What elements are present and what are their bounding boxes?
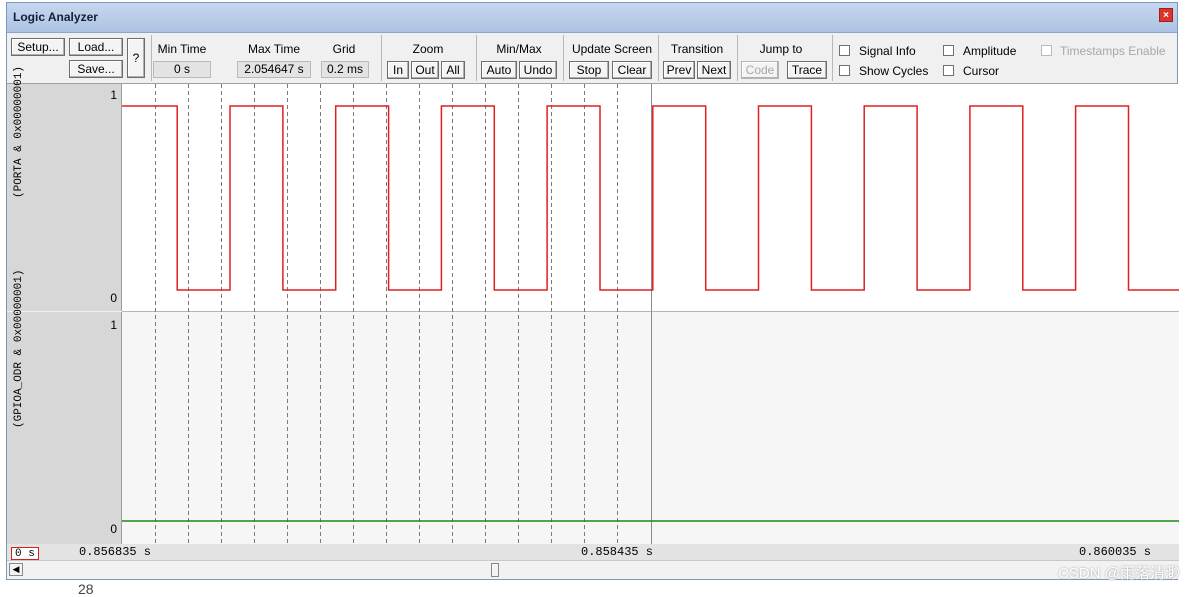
signal-name-porta: (PORTA & 0x00000001) (13, 65, 25, 198)
timestamps-checkbox[interactable] (1041, 45, 1052, 56)
load-button[interactable]: Load... (69, 38, 123, 56)
porta-track-background (122, 84, 1179, 311)
background-text: 28 (78, 581, 94, 597)
show-cycles-checkbox[interactable] (839, 65, 850, 76)
toolbar-separator (658, 35, 659, 81)
prev-transition-button[interactable]: Prev (663, 61, 695, 79)
scroll-left-icon[interactable]: ◀ (9, 563, 23, 576)
time-axis-label-end: 0.860035 s (1079, 545, 1152, 559)
max-time-value: 2.054647 s (237, 61, 311, 78)
toolbar-separator (832, 35, 833, 81)
title-bar: Logic Analyzer × (7, 3, 1177, 33)
amplitude-checkbox[interactable] (943, 45, 954, 56)
jump-to-label: Jump to (759, 42, 803, 56)
zoom-out-button[interactable]: Out (411, 61, 439, 79)
grid-label: Grid (332, 42, 356, 56)
clear-button[interactable]: Clear (612, 61, 652, 79)
scroll-thumb[interactable] (491, 563, 499, 577)
watermark: CSDN @雨落清渺 (1058, 565, 1180, 582)
grid-value: 0.2 ms (321, 61, 369, 78)
signal-name-panel: (GPIOA_ODR & 0x00000001) 1 0 (7, 270, 122, 544)
signal-info-label: Signal Info (859, 44, 916, 58)
signal-low-tick: 0 (110, 291, 117, 305)
logic-analyzer-window: Logic Analyzer × Setup... Load... Save..… (6, 2, 1179, 580)
waveform-canvas[interactable] (122, 84, 1179, 544)
jump-trace-button[interactable]: Trace (787, 61, 827, 79)
minmax-label: Min/Max (496, 42, 542, 56)
next-transition-button[interactable]: Next (697, 61, 731, 79)
signal-name-gpioa-odr: (GPIOA_ODR & 0x00000001) (13, 269, 25, 428)
signal-high-tick: 1 (110, 318, 117, 332)
toolbar-separator (476, 35, 477, 81)
jump-code-button[interactable]: Code (741, 61, 779, 79)
cursor-checkbox[interactable] (943, 65, 954, 76)
stop-button[interactable]: Stop (569, 61, 609, 79)
transition-label: Transition (670, 42, 724, 56)
max-time-label: Max Time (247, 42, 300, 56)
signal-plot-area[interactable]: (PORTA & 0x00000001) 1 0 (GPIOA_ODR & 0x… (7, 65, 1179, 544)
toolbar: Setup... Load... Save... ? Min Time 0 s … (7, 33, 1177, 84)
show-cycles-label: Show Cycles (859, 64, 929, 78)
zoom-in-button[interactable]: In (387, 61, 409, 79)
time-axis: 0 s 0.856835 s 0.858435 s 0.860035 s (7, 544, 1179, 560)
help-button[interactable]: ? (127, 38, 145, 78)
min-time-value: 0 s (153, 61, 211, 78)
zoom-label: Zoom (412, 42, 444, 56)
zoom-all-button[interactable]: All (441, 61, 465, 79)
auto-button[interactable]: Auto (481, 61, 517, 79)
toolbar-separator (151, 35, 152, 81)
toolbar-separator (737, 35, 738, 81)
horizontal-scrollbar[interactable]: ◀ (7, 560, 1179, 579)
save-button[interactable]: Save... (69, 60, 123, 78)
toolbar-separator (381, 35, 382, 81)
signal-high-tick: 1 (110, 88, 117, 102)
close-icon[interactable]: × (1159, 8, 1173, 22)
update-screen-label: Update Screen (571, 42, 653, 56)
window-title: Logic Analyzer (13, 10, 98, 24)
signal-info-checkbox[interactable] (839, 45, 850, 56)
signal-low-tick: 0 (110, 522, 117, 536)
gpioa-track-background (122, 312, 1179, 544)
cursor-label: Cursor (963, 64, 1000, 78)
toolbar-separator (563, 35, 564, 81)
min-time-label: Min Time (157, 42, 207, 56)
setup-button[interactable]: Setup... (11, 38, 65, 56)
amplitude-label: Amplitude (963, 44, 1017, 58)
time-axis-label-start: 0.856835 s (79, 545, 152, 559)
cursor-time-box[interactable]: 0 s (11, 547, 39, 560)
timestamps-label: Timestamps Enable (1060, 44, 1166, 58)
undo-button[interactable]: Undo (519, 61, 557, 79)
time-axis-label-mid: 0.858435 s (581, 545, 654, 559)
